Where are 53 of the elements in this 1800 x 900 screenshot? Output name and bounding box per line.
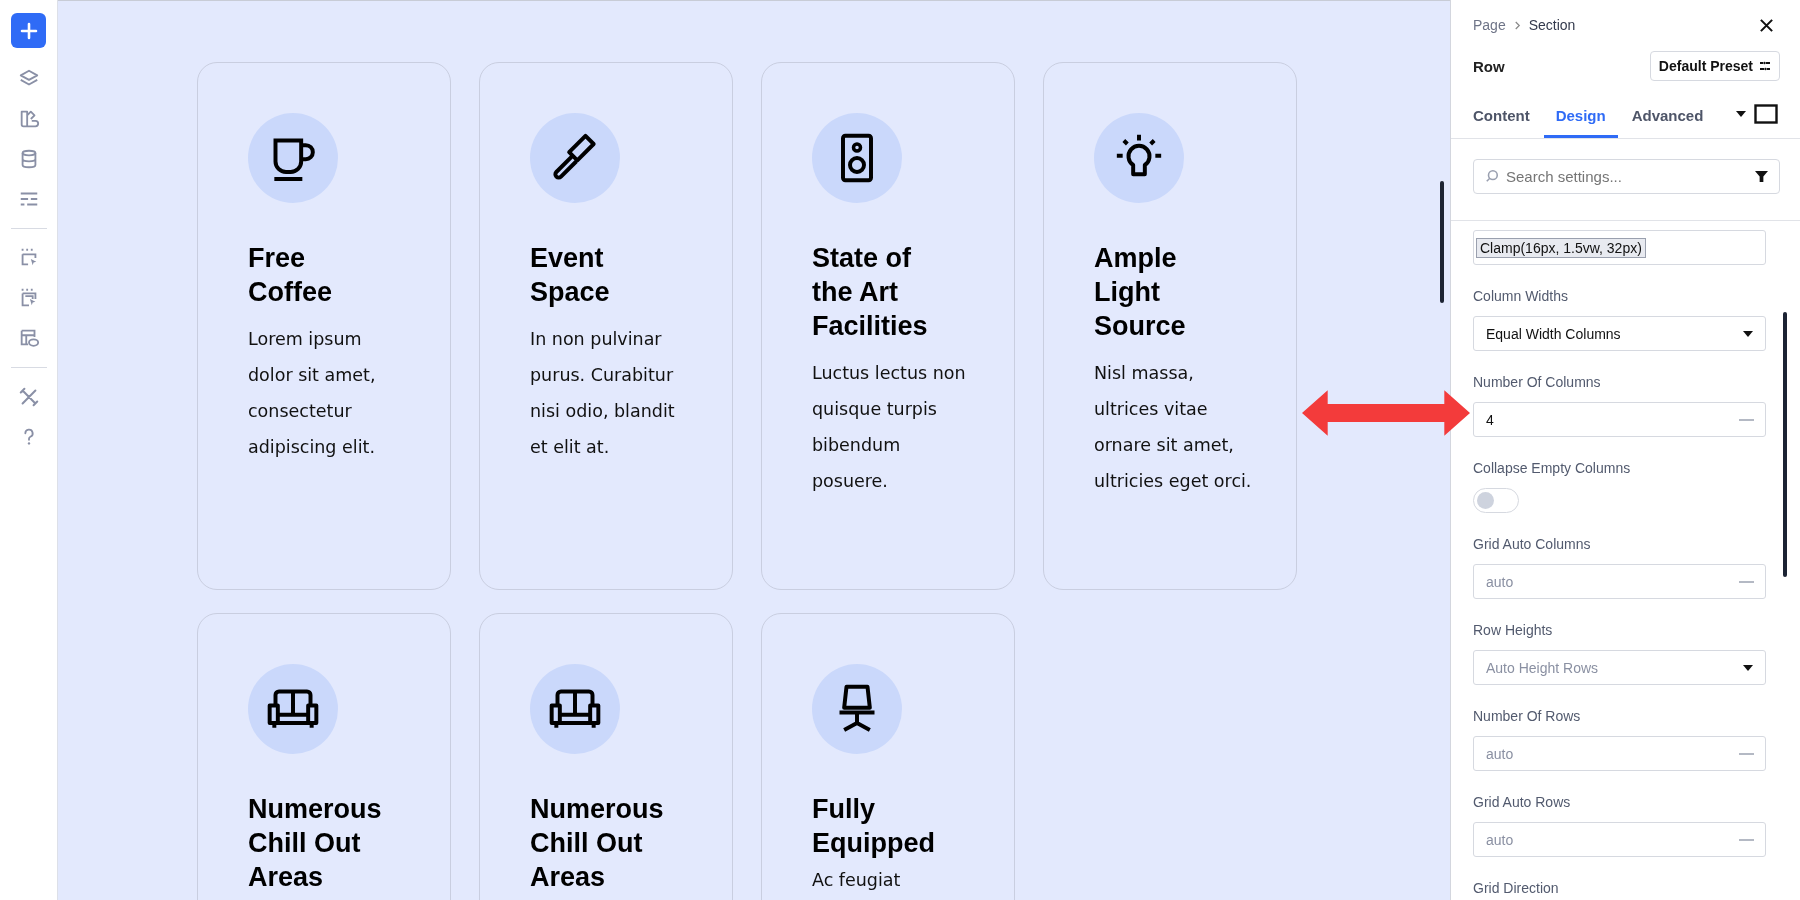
setting-label: Grid Auto Columns (1473, 536, 1592, 552)
plus-icon (19, 21, 38, 40)
setting-label: Row Heights (1473, 622, 1554, 638)
input-field[interactable]: 4 (1473, 402, 1766, 437)
card-title: Event Space (530, 242, 611, 309)
search-icon (1485, 169, 1499, 183)
card-title: State of the Art Facilities (812, 242, 929, 343)
card-text: Lorem ipsum dolor sit amet, consectetur adipiscing elit. (248, 328, 377, 459)
caret-down-icon (1743, 664, 1753, 671)
card-title: Fully Equipped (812, 793, 936, 860)
dash-icon (1739, 581, 1754, 583)
filter-icon[interactable] (1755, 170, 1768, 183)
tab[interactable]: Design (1543, 90, 1618, 138)
caret-down-icon (1743, 330, 1753, 337)
breadcrumb-link[interactable]: Page (1473, 17, 1506, 33)
input-field[interactable]: auto (1473, 564, 1766, 599)
card-text: Nisl massa, ultrices vitae ornare sit amet, ultricies eget orci. (1094, 362, 1253, 493)
sliders-icon (1759, 61, 1771, 71)
card-title: Numerous Chill Out Areas (530, 793, 665, 894)
card-text: Luctus lectus non quisque turpis bibendum posuere. (812, 362, 967, 493)
caret-down-icon[interactable] (1736, 111, 1746, 117)
panel-title: Row (1473, 57, 1505, 75)
card-title: Free Coffee (248, 242, 333, 309)
setting-label: Number Of Columns (1473, 374, 1602, 390)
breadcrumb-link[interactable]: Section (1528, 17, 1576, 33)
setting-label: Grid Direction (1473, 880, 1560, 896)
toggle-switch[interactable] (1473, 488, 1519, 513)
setting-label: Column Widths (1473, 288, 1569, 304)
card-title: Numerous Chill Out Areas (248, 793, 383, 894)
scrollbar[interactable] (1783, 312, 1787, 577)
setting-label: Grid Auto Rows (1473, 794, 1572, 810)
preset-button[interactable]: Default Preset (1649, 51, 1780, 81)
tab[interactable]: Advanced (1619, 90, 1716, 138)
dropdown-field[interactable]: Equal Width Columns (1473, 316, 1766, 351)
chevron-right-icon (1513, 20, 1521, 30)
input-field[interactable]: auto (1473, 822, 1766, 857)
search-field[interactable]: Search settings... (1473, 159, 1780, 194)
tools-icon[interactable] (17, 386, 40, 408)
setting-label: Number Of Rows (1473, 708, 1582, 724)
dash-icon (1739, 419, 1754, 421)
card-text: Ac feugiat (812, 869, 902, 892)
text-field[interactable]: Clamp(16px, 1.5vw, 32px) (1473, 230, 1766, 265)
input-field[interactable]: auto (1473, 736, 1766, 771)
scrollbar[interactable] (1440, 181, 1444, 303)
close-icon[interactable] (1759, 17, 1774, 33)
card-text: In non pulvinar purus. Curabitur nisi odio, blandit et elit at. (530, 328, 676, 459)
card-title: Ample Light Source (1094, 242, 1187, 343)
setting-label: Collapse Empty Columns (1473, 460, 1632, 476)
square-icon[interactable] (1754, 104, 1778, 124)
dash-icon (1739, 839, 1754, 841)
add-button[interactable] (11, 13, 46, 48)
tab[interactable]: Content (1473, 90, 1542, 138)
dash-icon (1739, 753, 1754, 755)
